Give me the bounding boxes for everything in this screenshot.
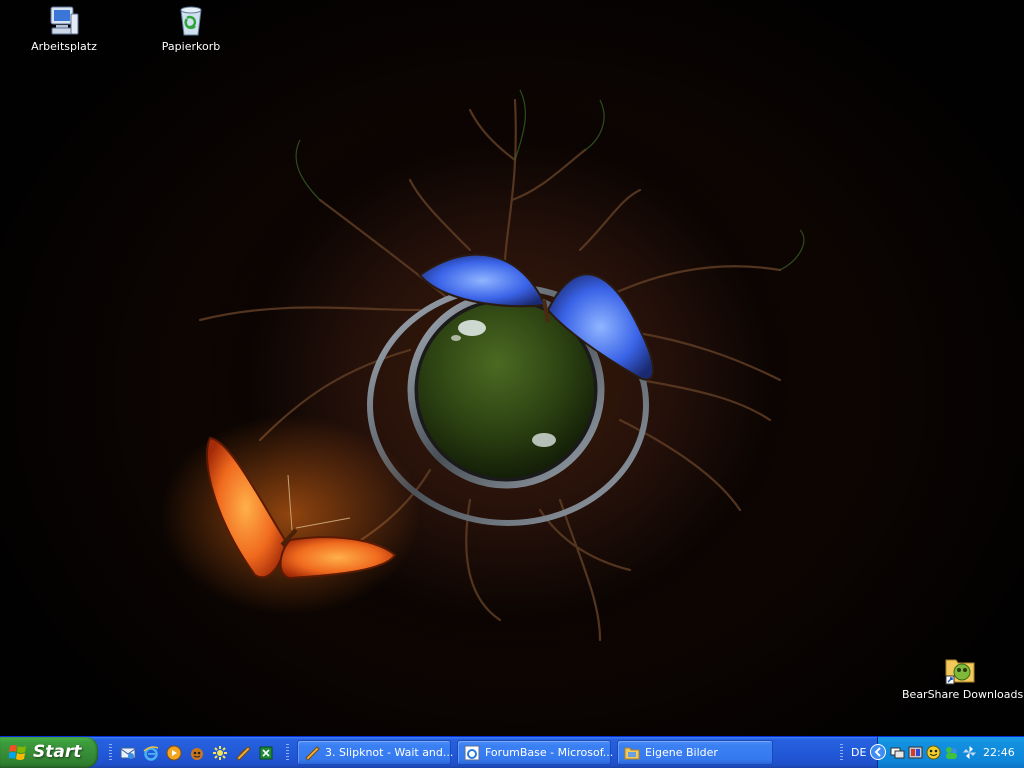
windows-logo-icon	[9, 745, 26, 760]
task-button-forumbase[interactable]: ForumBase - Microsof...	[457, 740, 614, 765]
desktop-icon-label: Papierkorb	[161, 40, 221, 53]
media-player-icon[interactable]	[166, 745, 182, 761]
network-icon[interactable]	[890, 745, 905, 760]
task-label: 3. Slipknot - Wait and...	[325, 746, 454, 759]
internet-explorer-icon[interactable]	[143, 745, 159, 761]
clock[interactable]: 22:46	[983, 746, 1015, 759]
volume-icon[interactable]	[908, 745, 923, 760]
desktop-icon-label: BearShare Downloads	[902, 688, 1024, 701]
my-computer-icon	[47, 4, 81, 38]
task-label: ForumBase - Microsof...	[485, 746, 614, 759]
quick-launch-grip[interactable]	[109, 744, 112, 762]
wallpaper	[160, 89, 805, 642]
recycle-bin-icon	[174, 4, 208, 38]
chevron-left-icon[interactable]	[870, 744, 886, 760]
outlook-express-icon[interactable]	[120, 745, 136, 761]
app-icon[interactable]	[189, 745, 205, 761]
pinwheel-icon[interactable]	[962, 745, 977, 760]
task-button-eigene-bilder[interactable]: Eigene Bilder	[617, 740, 773, 765]
taskbar: Start 3. Slipknot - Wait and... ForumBas…	[0, 736, 1024, 768]
wallpaper-orange-butterfly	[160, 415, 420, 615]
desktop-icon-label: Arbeitsplatz	[31, 40, 97, 53]
start-label: Start	[33, 742, 82, 762]
task-label: Eigene Bilder	[645, 746, 718, 759]
language-bar-grip[interactable]	[840, 744, 843, 762]
task-button-winamp[interactable]: 3. Slipknot - Wait and...	[297, 740, 454, 765]
start-button[interactable]: Start	[0, 737, 98, 768]
desktop-icon-bearshare-downloads[interactable]: BearShare Downloads	[902, 650, 1023, 701]
winamp-icon[interactable]	[235, 745, 251, 761]
folder-icon	[624, 747, 640, 760]
desktop-icon-recycle-bin[interactable]: Papierkorb	[149, 2, 233, 53]
winamp-icon	[305, 746, 320, 761]
desktop-icon-my-computer[interactable]: Arbeitsplatz	[22, 2, 106, 53]
folder-shortcut-icon	[943, 652, 977, 686]
language-indicator[interactable]: DE	[851, 746, 866, 759]
taskbar-grip[interactable]	[286, 744, 289, 762]
desktop[interactable]: Arbeitsplatz Papierkorb BearShare Downlo	[0, 0, 1024, 736]
settings-icon[interactable]	[212, 745, 228, 761]
app-icon-2[interactable]	[258, 745, 274, 761]
bearshare-icon[interactable]	[926, 745, 941, 760]
internet-explorer-icon	[464, 745, 480, 761]
messenger-icon[interactable]	[944, 745, 959, 760]
